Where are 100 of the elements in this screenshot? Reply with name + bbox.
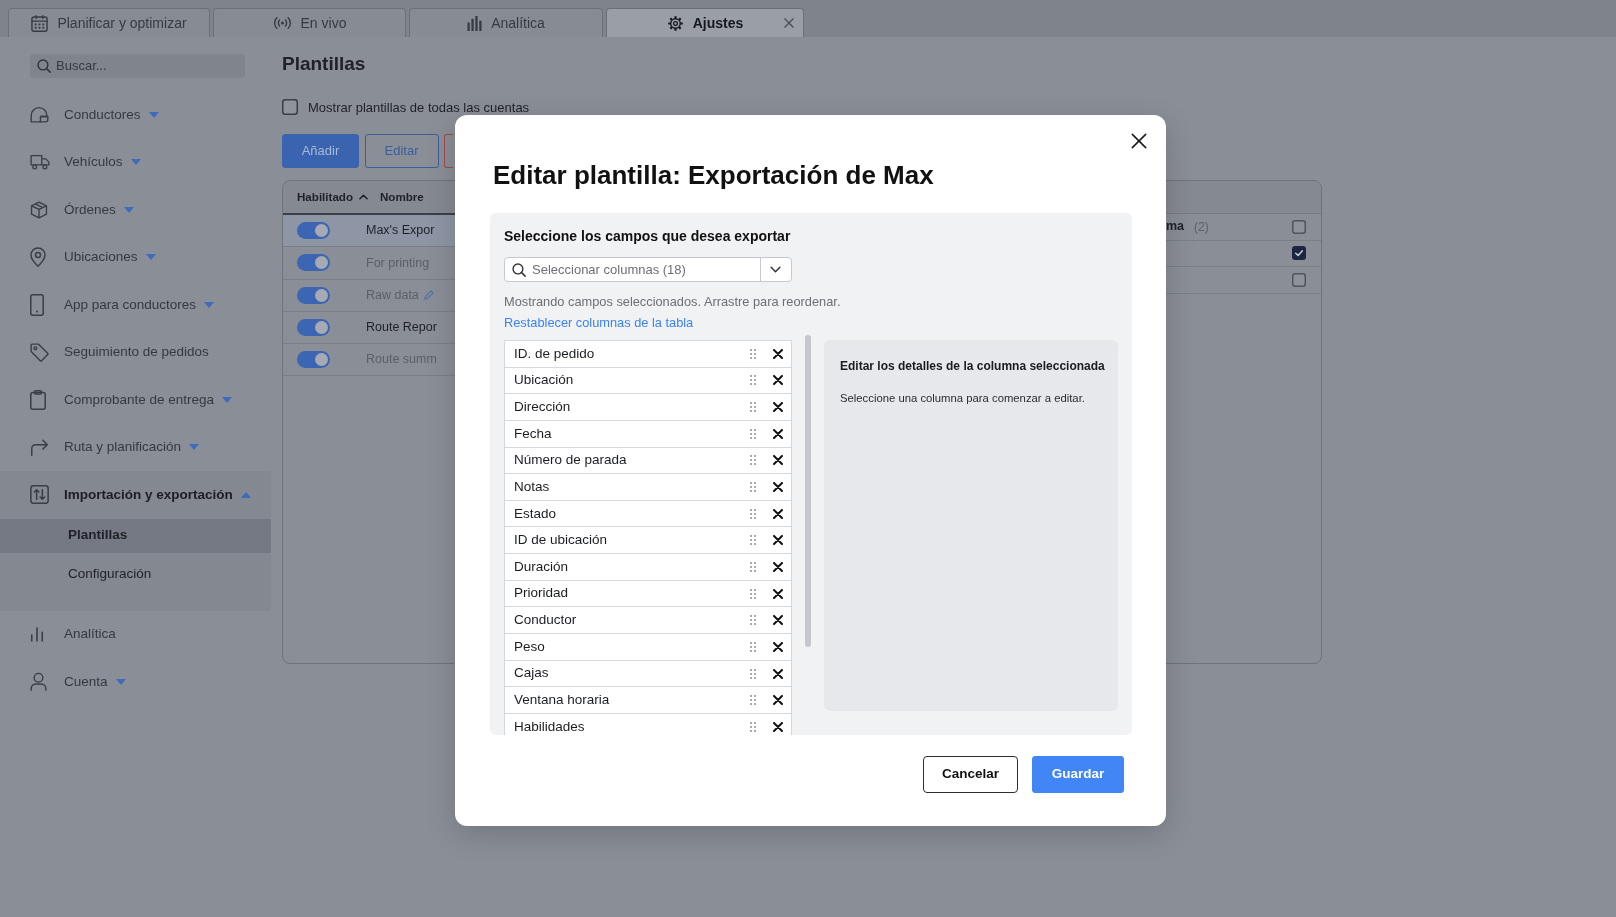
remove-icon[interactable] [773,375,783,386]
sidebar-item[interactable]: Órdenes [0,186,271,234]
remove-icon[interactable] [773,721,783,732]
drag-handle-icon[interactable] [750,375,756,386]
field-row[interactable]: ID. de pedido [504,340,792,368]
remove-icon[interactable] [773,402,783,413]
field-row[interactable]: Conductor [504,606,792,635]
drag-handle-icon[interactable] [750,402,756,413]
scrollbar-thumb[interactable] [805,335,811,647]
remove-icon[interactable] [773,455,783,466]
sidebar-item[interactable]: Conductores [0,91,271,139]
toggle-switch[interactable] [297,286,330,304]
sidebar-item[interactable]: Ubicaciones [0,233,271,281]
drag-handle-icon[interactable] [750,721,756,732]
field-row[interactable]: Dirección [504,393,792,421]
sidebar-item[interactable]: App para conductores [0,281,271,329]
add-button[interactable]: Añadir [282,134,359,168]
remove-icon[interactable] [773,615,783,626]
search-input[interactable]: Buscar... [56,58,245,74]
drag-handle-icon[interactable] [750,535,756,546]
field-row[interactable]: Duración [504,553,792,581]
checkbox[interactable] [282,99,298,115]
remove-icon[interactable] [773,348,783,359]
tab[interactable]: Analítica [409,8,603,37]
helmet-icon [30,106,49,124]
sidebar-subitem[interactable]: Configuración [0,557,271,592]
save-button[interactable]: Guardar [1032,756,1124,793]
drag-handle-icon[interactable] [750,615,756,626]
caret-down-icon[interactable] [130,159,141,166]
field-row[interactable]: Prioridad [504,579,792,608]
field-row[interactable]: Número de parada [504,446,792,475]
checkbox[interactable] [1292,272,1306,287]
remove-icon[interactable] [773,641,783,652]
sidebar-item[interactable]: Ruta y planificación [0,423,271,471]
drag-handle-icon[interactable] [750,348,756,359]
drag-handle-icon[interactable] [750,455,756,466]
remove-icon[interactable] [773,508,783,519]
tab[interactable]: Planificar y optimizar [8,8,210,37]
checkbox-label[interactable]: Mostrar plantillas de todas las cuentas [308,99,530,115]
field-row[interactable]: Estado [504,499,792,528]
caret-down-icon[interactable] [189,444,200,451]
toggle-switch[interactable] [297,318,330,336]
chevron-down-icon[interactable] [770,266,781,273]
sidebar-item[interactable]: Analítica [0,610,271,658]
drag-handle-icon[interactable] [750,561,756,572]
caret-down-icon[interactable] [204,301,215,308]
tab[interactable]: En vivo [213,8,406,37]
table-row[interactable]: Max's Expor [283,215,455,248]
toggle-switch[interactable] [297,351,330,369]
sidebar-item[interactable]: Importación y exportación [0,471,271,519]
caret-down-icon[interactable] [123,206,134,213]
field-row[interactable]: Habilidades [504,712,792,735]
tab[interactable]: Ajustes [606,8,804,37]
sidebar-subitem[interactable]: Plantillas [0,518,271,553]
sidebar-item[interactable]: Cuenta [0,658,271,706]
checkbox[interactable] [1292,219,1306,234]
remove-icon[interactable] [773,428,783,439]
caret-down-icon[interactable] [115,678,126,685]
sidebar-item[interactable]: Comprobante de entrega [0,376,271,424]
drag-handle-icon[interactable] [750,668,756,679]
field-row[interactable]: Fecha [504,419,792,448]
field-row[interactable]: Peso [504,633,792,661]
close-icon[interactable] [1131,133,1147,149]
caret-down-icon[interactable] [222,396,233,403]
toggle-switch[interactable] [297,222,330,240]
reset-link[interactable]: Restablecer columnas de la tabla [504,315,694,331]
caret-down-icon[interactable] [148,111,159,118]
remove-icon[interactable] [773,695,783,706]
field-row[interactable]: Notas [504,473,792,501]
sidebar-item[interactable]: Vehículos [0,138,271,186]
sidebar-item[interactable]: Seguimiento de pedidos [0,328,271,376]
table-row[interactable]: Route Repor [283,311,455,344]
field-row[interactable]: Cajas [504,659,792,688]
column-header[interactable]: Habilitado [297,188,380,206]
column-search-input[interactable]: Seleccionar columnas (18) [532,261,760,278]
drag-handle-icon[interactable] [750,508,756,519]
search-field[interactable]: Buscar... [30,54,245,78]
drag-handle-icon[interactable] [750,428,756,439]
drag-handle-icon[interactable] [750,695,756,706]
column-select[interactable]: Seleccionar columnas (18) [504,257,792,282]
cropped-button[interactable] [444,134,453,168]
caret-down-icon[interactable] [145,254,156,261]
remove-icon[interactable] [773,482,783,492]
toggle-switch[interactable] [297,254,330,272]
remove-icon[interactable] [773,535,783,546]
remove-icon[interactable] [773,588,783,599]
caret-up-icon[interactable] [240,491,251,498]
field-row[interactable]: Ventana horaria [504,686,792,714]
section-heading: Seleccione los campos que desea exportar [504,228,791,244]
pencil-icon[interactable] [423,290,434,301]
cancel-button[interactable]: Cancelar [923,756,1018,793]
field-row[interactable]: ID de ubicación [504,526,792,555]
field-row[interactable]: Ubicación [504,366,792,395]
drag-handle-icon[interactable] [750,641,756,652]
drag-handle-icon[interactable] [750,588,756,599]
remove-icon[interactable] [773,561,783,572]
column-header[interactable]: Nombre [380,188,424,206]
remove-icon[interactable] [773,668,783,679]
checkbox[interactable] [1292,246,1306,261]
drag-handle-icon[interactable] [750,482,756,492]
